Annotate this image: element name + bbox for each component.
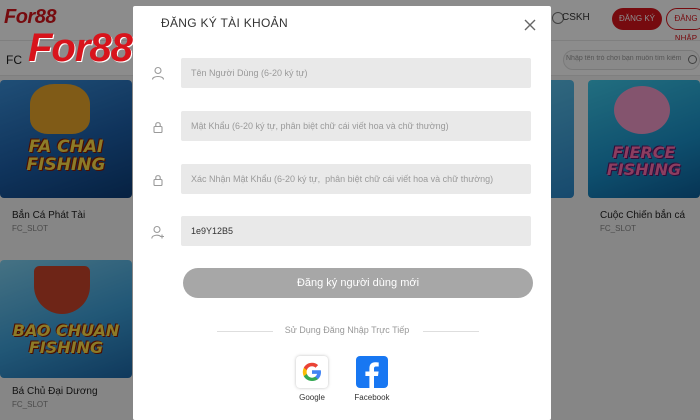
google-icon[interactable] — [296, 356, 328, 388]
facebook-label: Facebook — [354, 393, 390, 402]
google-label: Google — [299, 393, 325, 402]
lock-icon — [153, 175, 163, 187]
register-modal: ĐĂNG KÝ TÀI KHOẢN Đăng ký người dùng mới… — [133, 6, 551, 420]
direct-login-label: Sử Dụng Đăng Nhập Trực Tiếp — [284, 325, 410, 335]
add-user-icon — [151, 225, 164, 239]
password-field[interactable] — [181, 111, 531, 141]
divider-right — [423, 331, 479, 332]
close-icon[interactable] — [523, 18, 537, 32]
register-submit-button[interactable]: Đăng ký người dùng mới — [183, 268, 533, 298]
user-icon — [151, 66, 165, 80]
facebook-icon[interactable] — [356, 356, 388, 388]
username-field[interactable] — [181, 58, 531, 88]
brand-watermark-logo: For88 — [28, 26, 133, 70]
google-login-button[interactable]: Google — [292, 356, 332, 402]
lock-icon — [153, 122, 163, 134]
facebook-login-button[interactable]: Facebook — [352, 356, 392, 402]
modal-title: ĐĂNG KÝ TÀI KHOẢN — [161, 16, 288, 30]
referral-code-field[interactable] — [181, 216, 531, 246]
divider-left — [217, 331, 273, 332]
confirm-password-field[interactable] — [181, 164, 531, 194]
